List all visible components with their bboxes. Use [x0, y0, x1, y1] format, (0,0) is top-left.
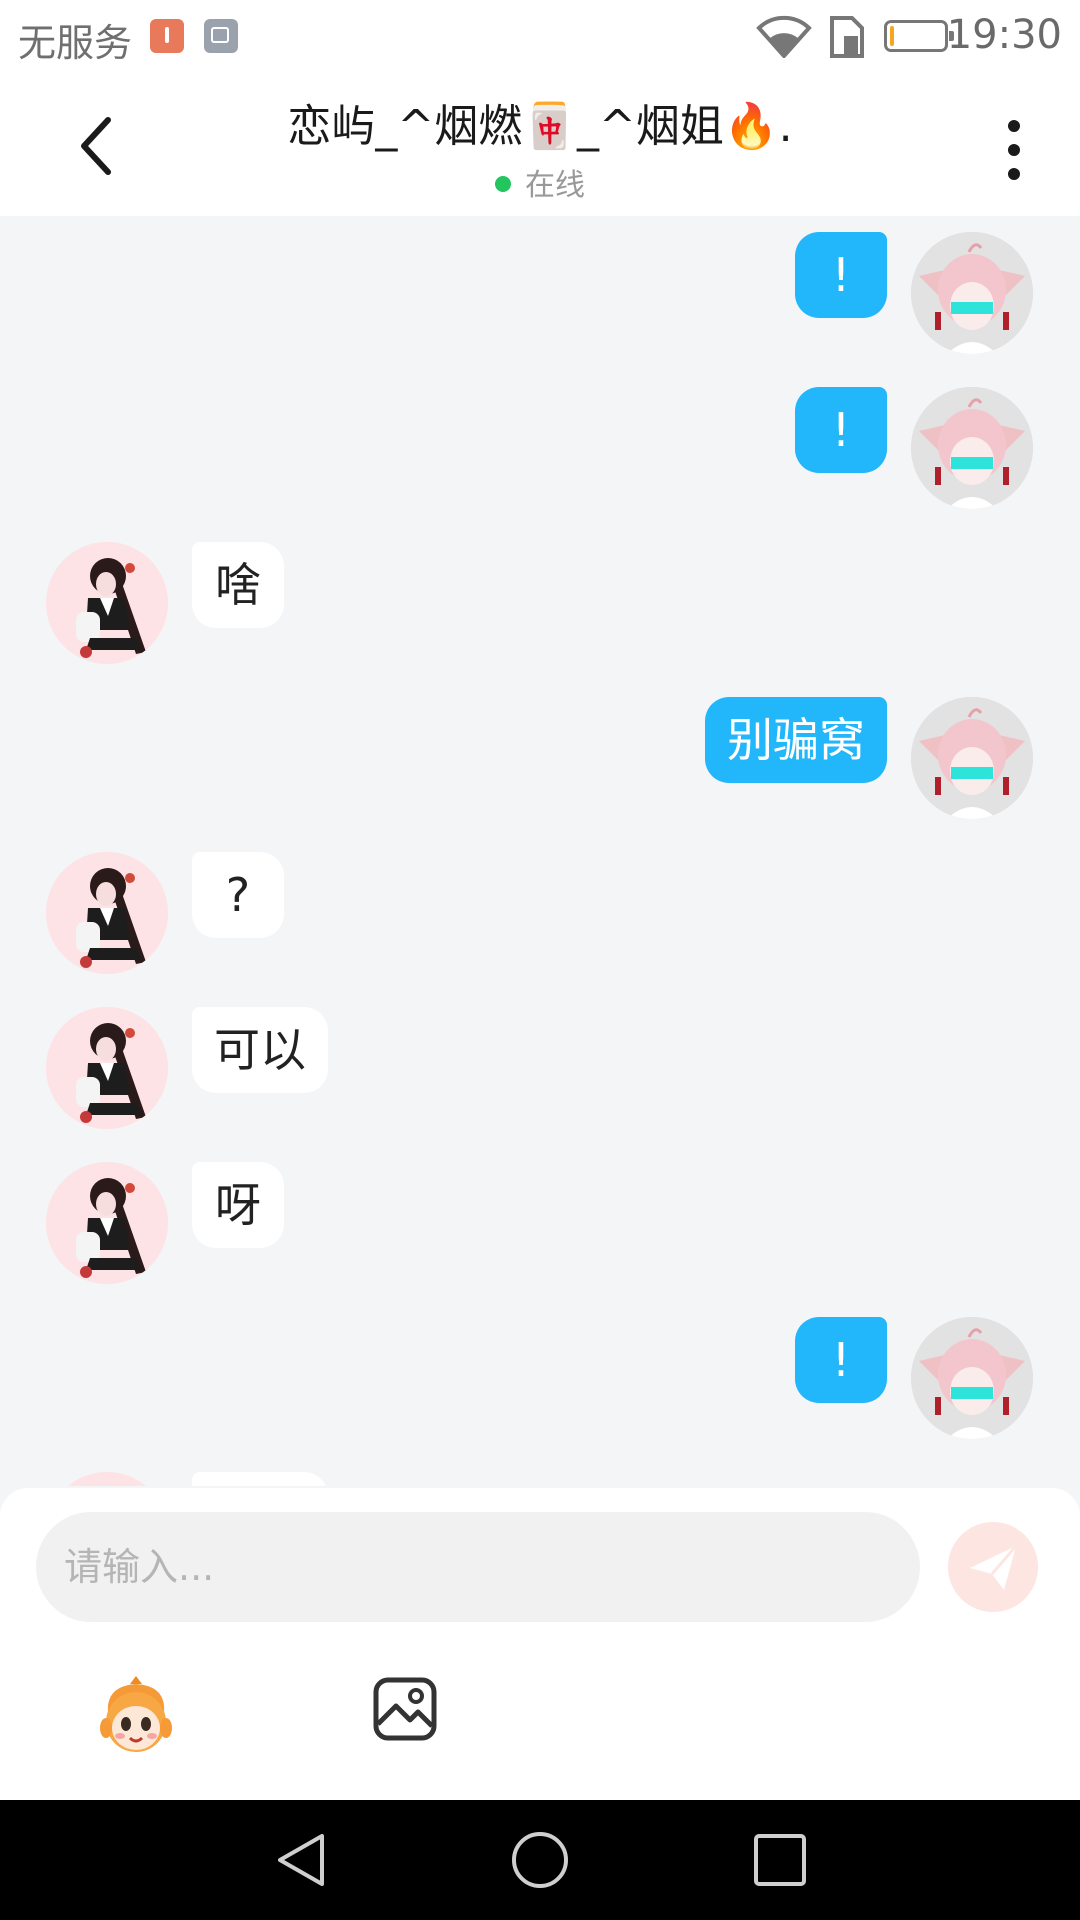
- my-avatar[interactable]: [911, 1317, 1033, 1439]
- presence-label: 在线: [525, 168, 585, 203]
- paper-plane-icon[interactable]: [948, 1522, 1038, 1612]
- message-row-sent: !: [0, 1309, 1080, 1439]
- message-bubble[interactable]: 别骗窝: [705, 697, 887, 783]
- battery-level: [890, 26, 894, 46]
- contact-avatar[interactable]: [46, 1007, 168, 1129]
- message-bubble[interactable]: ?: [192, 852, 284, 938]
- wifi-icon: [756, 15, 812, 58]
- message-row-received: 啥: [0, 534, 1080, 664]
- contact-avatar[interactable]: [46, 852, 168, 974]
- message-row-sent: 别骗窝: [0, 689, 1080, 819]
- message-list[interactable]: !! 啥别骗窝? 可以呀! 真的: [0, 216, 1080, 1486]
- more-vertical-icon[interactable]: [990, 114, 1038, 186]
- message-bubble[interactable]: !: [795, 1317, 887, 1403]
- contact-avatar[interactable]: [46, 1472, 168, 1486]
- message-bubble[interactable]: 真的: [192, 1472, 328, 1486]
- emoji-mascot-icon[interactable]: [92, 1672, 180, 1760]
- message-bubble[interactable]: 可以: [192, 1007, 328, 1093]
- title-block: 恋屿_^烟燃🀄_^烟姐🔥. 在线: [180, 90, 900, 204]
- image-icon[interactable]: [372, 1676, 438, 1742]
- my-avatar[interactable]: [911, 387, 1033, 509]
- message-bubble[interactable]: !: [795, 232, 887, 318]
- nav-home-icon[interactable]: [510, 1830, 570, 1890]
- nav-back-icon[interactable]: [272, 1830, 332, 1890]
- sim-icon: [830, 16, 864, 58]
- message-row-received: ?: [0, 844, 1080, 974]
- online-dot-icon: [495, 176, 511, 192]
- presence-status: 在线: [180, 160, 900, 204]
- message-bubble[interactable]: 啥: [192, 542, 284, 628]
- message-row-sent: !: [0, 379, 1080, 509]
- message-bubble[interactable]: 呀: [192, 1162, 284, 1248]
- nav-recents-icon[interactable]: [752, 1832, 808, 1888]
- my-avatar[interactable]: [911, 697, 1033, 819]
- chat-title: 恋屿_^烟燃🀄_^烟姐🔥.: [287, 101, 793, 152]
- notification-icon: [150, 19, 184, 53]
- battery-icon: [884, 20, 954, 52]
- chevron-left-icon[interactable]: [62, 110, 134, 182]
- message-row-received: 呀: [0, 1154, 1080, 1284]
- message-row-sent: !: [0, 224, 1080, 354]
- my-avatar[interactable]: [911, 232, 1033, 354]
- message-row-received: 可以: [0, 999, 1080, 1129]
- message-bubble[interactable]: !: [795, 387, 887, 473]
- chat-header: 恋屿_^烟燃🀄_^烟姐🔥. 在线: [0, 72, 1080, 216]
- clock: 19:30: [946, 12, 1062, 58]
- gallery-notification-icon: [204, 19, 238, 53]
- composer: [0, 1488, 1080, 1800]
- message-row-received: 真的: [0, 1464, 1080, 1486]
- contact-avatar[interactable]: [46, 542, 168, 664]
- system-nav-bar: [0, 1800, 1080, 1920]
- message-input[interactable]: [36, 1512, 920, 1622]
- status-bar: 无服务 19:30: [0, 0, 1080, 72]
- contact-avatar[interactable]: [46, 1162, 168, 1284]
- carrier-label: 无服务: [18, 21, 133, 65]
